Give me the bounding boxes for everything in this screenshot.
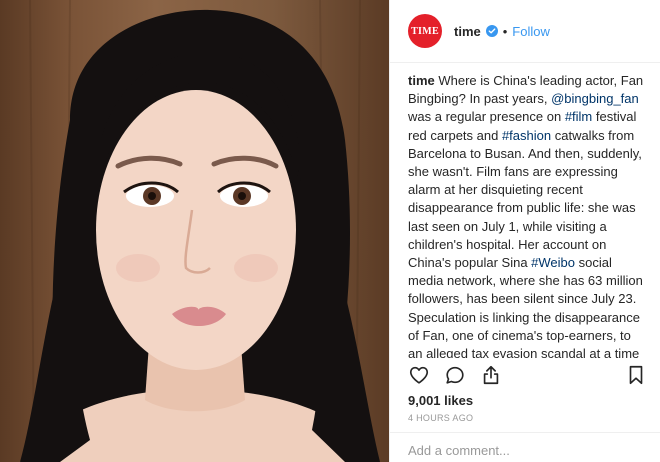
- comment-input[interactable]: [408, 441, 638, 459]
- caption-segment: was a regular presence on: [408, 109, 565, 125]
- verified-badge-icon: [485, 25, 498, 37]
- caption-segment: social media network, where she has 63 m…: [408, 255, 643, 358]
- caption-username[interactable]: time: [408, 73, 435, 88]
- bookmark-icon[interactable]: [625, 364, 647, 386]
- account-username[interactable]: time: [454, 24, 481, 39]
- post-side-panel: TIME time • Follow time Where is China's…: [389, 0, 660, 462]
- portrait-photo: [20, 0, 380, 462]
- heart-icon[interactable]: [408, 364, 430, 386]
- comment-bar: [390, 432, 660, 462]
- avatar[interactable]: TIME: [408, 14, 442, 48]
- hashtag-link-weibo[interactable]: #Weibo: [531, 255, 575, 270]
- comment-icon[interactable]: [444, 364, 466, 386]
- hashtag-link-fashion[interactable]: #fashion: [502, 128, 551, 143]
- caption-segment: catwalks from Barcelona to Busan. And th…: [408, 127, 642, 271]
- follow-button[interactable]: Follow: [512, 24, 550, 39]
- header-separator: •: [502, 23, 508, 39]
- mention-link[interactable]: @bingbing_fan: [551, 91, 639, 106]
- post-photo[interactable]: [0, 0, 389, 462]
- avatar-logo-text: TIME: [411, 25, 439, 37]
- hashtag-link-film[interactable]: #film: [565, 109, 592, 124]
- post-actions: [390, 361, 660, 389]
- share-icon[interactable]: [480, 364, 502, 386]
- post-timestamp[interactable]: 4 HOURS AGO: [408, 413, 473, 423]
- post-header: TIME time • Follow: [390, 0, 660, 63]
- instagram-post: TIME time • Follow time Where is China's…: [0, 0, 660, 462]
- post-caption: time Where is China's leading actor, Fan…: [408, 72, 646, 358]
- likes-count[interactable]: 9,001 likes: [408, 393, 473, 408]
